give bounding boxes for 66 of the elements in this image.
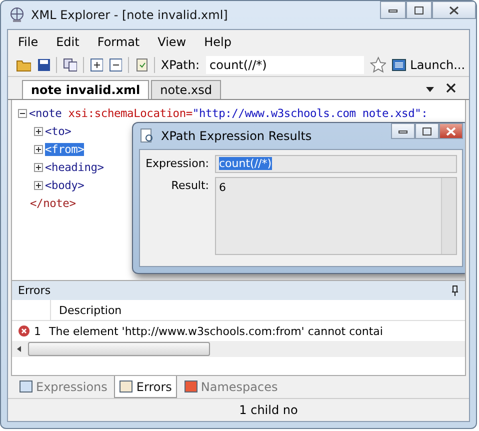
error-number: 1	[34, 324, 41, 338]
window-title: XML Explorer - [note invalid.xml]	[31, 8, 228, 22]
close-icon	[446, 126, 456, 136]
scrollbar-thumb[interactable]	[28, 342, 210, 356]
menu-item[interactable]: File	[18, 35, 38, 49]
column-header[interactable]: Description	[51, 304, 122, 316]
xml-node[interactable]: <body>	[45, 178, 84, 192]
document-icon[interactable]	[135, 58, 148, 72]
collapse-icon[interactable]	[109, 58, 122, 72]
dialog-title: XPath Expression Results	[161, 129, 312, 143]
minimize-button[interactable]	[391, 123, 415, 139]
status-text: 1 child no	[239, 403, 298, 417]
copy-icon[interactable]	[62, 58, 78, 72]
panel-title: Errors	[18, 284, 51, 297]
pin-icon[interactable]	[451, 285, 459, 296]
expand-icon[interactable]	[34, 144, 43, 154]
panel-tab[interactable]: Namespaces	[178, 376, 283, 398]
menu-item[interactable]: Format	[97, 35, 140, 49]
expand-icon[interactable]	[34, 180, 43, 190]
xml-closing-tag: </note>	[30, 196, 76, 210]
panel-tab[interactable]: Errors	[114, 376, 177, 398]
close-icon	[449, 6, 459, 14]
close-icon[interactable]	[445, 82, 457, 94]
menu-item[interactable]: Help	[204, 35, 232, 49]
minimize-button[interactable]	[380, 1, 406, 19]
save-icon[interactable]	[36, 58, 50, 72]
xpath-field[interactable]: count(//*)	[206, 56, 364, 74]
document-tab[interactable]: note invalid.xml	[22, 80, 150, 99]
xml-element: <note xsi:schemaLocation="http://www.w3schools.com note.xsd":	[29, 106, 428, 120]
error-description: The element 'http://www.w3schools.com:from' cannot contai	[49, 324, 383, 338]
document-tab[interactable]: note.xsd	[151, 80, 221, 99]
maximize-icon	[422, 126, 432, 136]
expand-icon[interactable]	[90, 58, 104, 72]
star-icon[interactable]	[370, 56, 386, 74]
maximize-button[interactable]	[415, 123, 439, 139]
expression-label: Expression:	[145, 156, 209, 172]
expression-field[interactable]: count(//*)	[215, 155, 457, 173]
result-label: Result:	[170, 178, 209, 194]
expand-icon[interactable]	[34, 126, 43, 136]
xml-node[interactable]: <to>	[45, 124, 72, 138]
maximize-icon	[414, 6, 424, 14]
launch-button[interactable]: Launch...	[392, 58, 466, 72]
error-icon	[18, 325, 30, 337]
close-button[interactable]	[432, 1, 476, 19]
expand-icon[interactable]	[34, 162, 43, 172]
scrollbar[interactable]	[441, 178, 456, 254]
xml-node[interactable]: <from>	[45, 142, 84, 156]
tab-icon	[184, 380, 198, 393]
folder-icon[interactable]	[16, 58, 31, 72]
xpath-label: XPath:	[160, 58, 200, 72]
dropdown-icon[interactable]	[425, 84, 435, 94]
menu-item[interactable]: Edit	[56, 35, 80, 49]
scroll-left-icon[interactable]	[16, 345, 22, 353]
result-value: 6	[219, 181, 226, 194]
maximize-button[interactable]	[406, 1, 432, 19]
tab-icon	[119, 380, 134, 393]
list-icon	[392, 59, 406, 71]
globe-icon	[9, 7, 25, 23]
search-document-icon	[139, 128, 155, 144]
collapse-icon[interactable]	[18, 108, 27, 118]
panel-tab[interactable]: Expressions	[14, 376, 112, 398]
close-button[interactable]	[439, 123, 463, 139]
menu-item[interactable]: View	[158, 35, 186, 49]
tab-icon	[19, 380, 33, 393]
xml-node[interactable]: <heading>	[45, 160, 104, 174]
result-field[interactable]: 6	[215, 177, 457, 255]
